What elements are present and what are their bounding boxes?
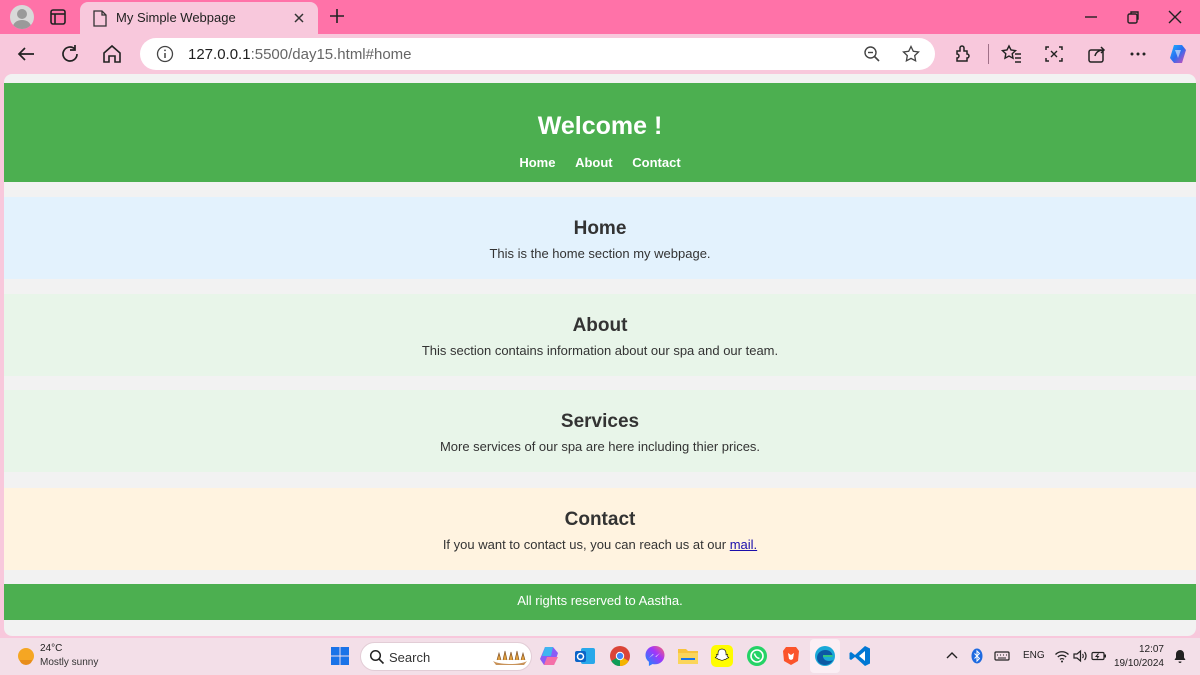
tab-title: My Simple Webpage	[116, 10, 236, 25]
weather-temperature: 24°C	[40, 643, 63, 654]
search-icon	[369, 649, 385, 665]
page-viewport: Welcome ! Home About Contact Home This i…	[4, 74, 1196, 636]
snapchat-icon[interactable]	[711, 645, 733, 667]
tab-close-icon[interactable]	[291, 10, 307, 26]
clock-time: 12:07	[1138, 644, 1164, 655]
extensions-icon[interactable]	[952, 42, 976, 66]
favorites-icon[interactable]	[1000, 42, 1024, 66]
keyboard-icon[interactable]	[994, 648, 1010, 664]
browser-toolbar: 127.0.0.1:5500/day15.html#home	[0, 34, 1200, 74]
screenshot-icon[interactable]	[1042, 42, 1066, 66]
url-text[interactable]: 127.0.0.1:5500/day15.html#home	[188, 46, 412, 63]
windows-start-icon[interactable]	[330, 646, 350, 666]
new-tab-icon[interactable]	[327, 6, 347, 26]
site-footer: All rights reserved to Aastha.	[4, 584, 1196, 620]
more-menu-icon[interactable]	[1126, 42, 1150, 66]
section-home-text: This is the home section my webpage.	[489, 246, 711, 261]
search-highlight-icon	[493, 650, 527, 665]
site-nav: Home About Contact	[4, 155, 1196, 170]
site-title: Welcome !	[537, 112, 663, 140]
messenger-icon[interactable]	[644, 645, 666, 667]
favorite-star-icon[interactable]	[902, 45, 920, 63]
section-home: Home This is the home section my webpage…	[4, 197, 1196, 279]
section-about-text: This section contains information about …	[421, 343, 779, 358]
search-placeholder: Search	[389, 650, 431, 665]
language-indicator[interactable]: ENG	[1023, 650, 1045, 661]
brave-icon[interactable]	[780, 645, 802, 667]
show-hidden-icons-icon[interactable]	[944, 648, 960, 664]
section-about-title: About	[572, 315, 628, 336]
profile-avatar-icon[interactable]	[10, 5, 34, 29]
contact-text: If you want to contact us, you can reach…	[442, 537, 727, 552]
chrome-icon[interactable]	[609, 645, 631, 667]
copilot-app-icon[interactable]	[538, 645, 560, 667]
site-header: Welcome ! Home About Contact	[4, 83, 1196, 182]
file-explorer-icon[interactable]	[677, 645, 699, 667]
section-about: About This section contains information …	[4, 294, 1196, 376]
weather-description: Mostly sunny	[40, 657, 99, 668]
section-contact: Contact If you want to contact us, you c…	[4, 488, 1196, 570]
section-services-title: Services	[560, 411, 640, 432]
section-services: Services More services of our spa are he…	[4, 390, 1196, 472]
edge-icon[interactable]	[814, 645, 836, 667]
clock[interactable]: 12:07 19/10/2024	[1112, 643, 1164, 671]
refresh-icon[interactable]	[58, 42, 82, 66]
restore-icon[interactable]	[1122, 6, 1144, 28]
site-info-icon[interactable]	[156, 45, 174, 63]
mail-link[interactable]: mail.	[730, 537, 757, 552]
section-services-text: More services of our spa are here includ…	[439, 439, 761, 454]
tab-actions-icon[interactable]	[48, 7, 68, 27]
url-host: 127.0.0.1	[188, 46, 251, 63]
url-path: :5500/day15.html#home	[250, 46, 412, 63]
back-icon[interactable]	[14, 42, 38, 66]
battery-icon[interactable]	[1091, 648, 1107, 664]
taskbar: 24°C Mostly sunny Search ENG 12:07 19/10…	[0, 638, 1200, 675]
vscode-icon[interactable]	[849, 645, 871, 667]
address-bar[interactable]: 127.0.0.1:5500/day15.html#home	[140, 38, 935, 70]
home-icon[interactable]	[100, 42, 124, 66]
active-tab[interactable]: My Simple Webpage	[80, 2, 318, 34]
notification-bell-icon[interactable]	[1172, 648, 1188, 664]
taskbar-search[interactable]: Search	[360, 642, 532, 671]
page-icon	[93, 10, 107, 27]
volume-icon[interactable]	[1072, 648, 1088, 664]
whatsapp-icon[interactable]	[746, 645, 768, 667]
weather-sun-icon[interactable]	[16, 646, 36, 666]
toolbar-separator	[988, 44, 989, 64]
clock-date: 19/10/2024	[1113, 658, 1164, 669]
zoom-icon[interactable]	[863, 45, 881, 63]
outlook-icon[interactable]	[574, 645, 596, 667]
nav-link-home[interactable]: Home	[519, 155, 555, 170]
nav-link-about[interactable]: About	[575, 155, 613, 170]
nav-link-contact[interactable]: Contact	[632, 155, 680, 170]
copilot-icon[interactable]	[1166, 42, 1190, 66]
tab-bar: My Simple Webpage	[0, 0, 1200, 34]
minimize-icon[interactable]	[1080, 6, 1102, 28]
wifi-icon[interactable]	[1054, 648, 1070, 664]
share-icon[interactable]	[1085, 42, 1109, 66]
close-window-icon[interactable]	[1164, 6, 1186, 28]
bluetooth-icon[interactable]	[969, 648, 985, 664]
section-home-title: Home	[573, 218, 627, 239]
section-contact-text: If you want to contact us, you can reach…	[4, 537, 1196, 552]
section-contact-title: Contact	[564, 509, 636, 530]
